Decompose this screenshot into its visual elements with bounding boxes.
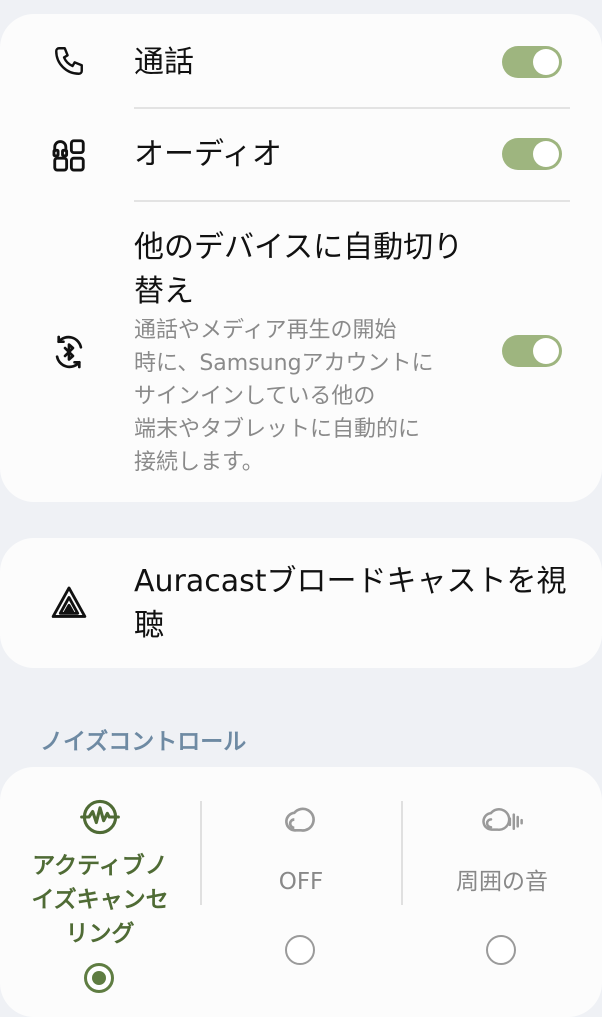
anc-label: アクティブノ イズキャンセ リング bbox=[10, 849, 190, 951]
auracast-card[interactable]: Auracastブロードキャストを視 聴 bbox=[0, 538, 602, 668]
auto-switch-description-line: 通話やメディア再生の開始 bbox=[134, 318, 397, 343]
toggle-knob bbox=[533, 49, 559, 75]
auracast-label-line1: Auracastブロードキャストを視 bbox=[134, 564, 567, 599]
auto-switch-toggle[interactable] bbox=[502, 335, 562, 367]
auto-switch-description-line: サインインしている他の bbox=[134, 384, 376, 409]
toggle-knob bbox=[533, 338, 559, 364]
radio-dot bbox=[92, 971, 106, 985]
call-label: 通話 bbox=[134, 45, 194, 80]
auto-switch-description-line: 端末やタブレットに自動的に bbox=[134, 417, 421, 442]
off-radio[interactable] bbox=[285, 935, 315, 965]
call-setting-row[interactable]: 通話 bbox=[0, 32, 602, 94]
earbud-icon bbox=[277, 793, 325, 841]
ambient-sound-icon bbox=[478, 793, 526, 841]
auracast-icon bbox=[46, 580, 92, 626]
toggle-knob bbox=[533, 141, 559, 167]
auracast-label-line2: 聴 bbox=[134, 608, 164, 643]
auto-switch-label-line2: 替え bbox=[134, 274, 194, 309]
settings-card: 通話 オーディオ 他のデバイスに自動切り 替え 通話やメディア再生の開始 時に、… bbox=[0, 14, 602, 502]
audio-toggle[interactable] bbox=[502, 138, 562, 170]
auto-switch-description-line: 時に、Samsungアカウントに bbox=[134, 351, 434, 376]
ambient-label: 周囲の音 bbox=[456, 869, 548, 895]
audio-label: オーディオ bbox=[134, 137, 282, 172]
bluetooth-sync-icon bbox=[46, 329, 92, 375]
anc-label-line: イズキャンセ bbox=[31, 887, 169, 913]
divider bbox=[134, 200, 570, 202]
noise-control-card: アクティブノ イズキャンセ リング OFF 周囲の音 bbox=[0, 767, 602, 1017]
ambient-radio[interactable] bbox=[486, 935, 516, 965]
audio-setting-row[interactable]: オーディオ bbox=[0, 124, 602, 186]
off-label: OFF bbox=[278, 869, 324, 895]
divider bbox=[134, 107, 570, 109]
anc-waveform-icon bbox=[76, 793, 124, 841]
noise-option-anc[interactable]: アクティブノ イズキャンセ リング bbox=[0, 767, 200, 1017]
anc-label-line: アクティブノ bbox=[32, 853, 168, 879]
auto-switch-description-line: 接続します。 bbox=[134, 450, 264, 475]
noise-option-ambient[interactable]: 周囲の音 bbox=[402, 767, 602, 1017]
auto-switch-setting-row[interactable]: 他のデバイスに自動切り 替え 通話やメディア再生の開始 時に、Samsungアカ… bbox=[0, 220, 602, 490]
noise-option-off[interactable]: OFF bbox=[201, 767, 401, 1017]
anc-label-line: リング bbox=[65, 921, 135, 947]
anc-radio[interactable] bbox=[84, 963, 114, 993]
phone-icon bbox=[46, 38, 92, 84]
auto-switch-label-line1: 他のデバイスに自動切り bbox=[134, 230, 464, 265]
call-toggle[interactable] bbox=[502, 46, 562, 78]
apps-grid-icon bbox=[46, 132, 92, 178]
noise-control-section-title: ノイズコントロール bbox=[40, 729, 247, 755]
